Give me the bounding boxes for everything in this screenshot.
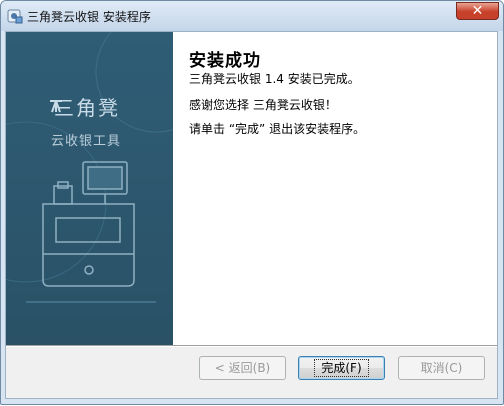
close-button[interactable]: ✕ [456, 2, 499, 20]
installer-icon [7, 9, 23, 24]
brand-name: 三角凳 [54, 96, 120, 120]
finish-button[interactable]: 完成(F) [298, 356, 385, 380]
thanks-message: 感谢您选择 三角凳云收银！ [189, 98, 337, 112]
finish-button-label: 完成(F) [314, 359, 369, 377]
instruction-message: 请单击 “完成” 退出该安装程序。 [189, 122, 366, 136]
cancel-button[interactable]: 取消(C) [398, 356, 485, 380]
installer-window: 三角凳云收银 安装程序 ✕ 三角凳 云收银工具 安装成功 三角凳云收银 1.4 … [0, 0, 504, 405]
wizard-client: 三角凳 云收银工具 安装成功 三角凳云收银 1.4 安装已完成。 感谢您选择 三… [5, 31, 498, 399]
sidebar-banner: 三角凳 云收银工具 [6, 32, 173, 345]
banner-graphic [6, 32, 173, 303]
button-separator [6, 345, 497, 347]
brand-tagline: 云收银工具 [51, 134, 122, 149]
title-bar[interactable]: 三角凳云收银 安装程序 ✕ [1, 1, 503, 31]
close-icon: ✕ [471, 3, 484, 19]
content-panel: 安装成功 三角凳云收银 1.4 安装已完成。 感谢您选择 三角凳云收银！ 请单击… [173, 32, 497, 345]
completion-message: 三角凳云收银 1.4 安装已完成。 [189, 72, 360, 86]
back-button[interactable]: < 返回(B) [199, 356, 286, 380]
window-title: 三角凳云收银 安装程序 [27, 10, 151, 24]
page-title: 安装成功 [189, 51, 261, 71]
